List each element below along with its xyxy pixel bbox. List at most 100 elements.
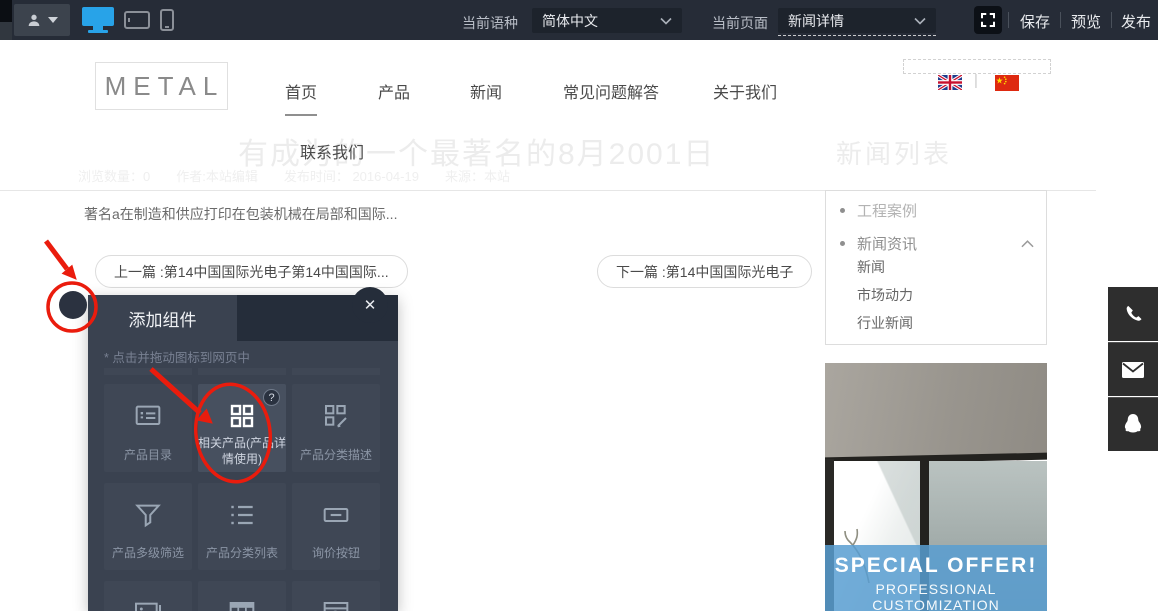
promo-subline: PROFESSIONAL CUSTOMIZATION bbox=[825, 581, 1047, 611]
site-logo[interactable]: METAL bbox=[95, 62, 228, 110]
next-article-link[interactable]: 下一篇 :第14中国国际光电子 bbox=[597, 255, 812, 288]
sidebar-item-news-info[interactable]: 新闻资讯 bbox=[840, 233, 1034, 254]
save-button[interactable]: 保存 bbox=[1020, 11, 1050, 32]
china-flag-icon[interactable] bbox=[995, 75, 1019, 96]
component-tile-product-catalog[interactable]: 产品目录 bbox=[104, 384, 192, 472]
component-tile-multilevel-filter[interactable]: 产品多级筛选 bbox=[104, 483, 192, 570]
browser-edge bbox=[0, 0, 12, 22]
tile-label: 产品分类描述 bbox=[292, 447, 380, 463]
component-tile-image[interactable] bbox=[104, 581, 192, 611]
component-tile-table[interactable] bbox=[198, 581, 286, 611]
sidebar-subitem-industry[interactable]: 行业新闻 bbox=[857, 313, 913, 333]
desktop-view-button[interactable] bbox=[82, 7, 114, 33]
builder-toolbar: 当前语种 简体中文 当前页面 新闻详情 保存 预览 发布 bbox=[0, 0, 1158, 40]
sidebar-subitem-market[interactable]: 市场动力 bbox=[857, 285, 913, 305]
component-tile-category-list[interactable]: 产品分类列表 bbox=[198, 483, 286, 570]
component-tile-category-description[interactable]: 产品分类描述 bbox=[292, 384, 380, 472]
publish-button[interactable]: 发布 bbox=[1121, 11, 1151, 32]
mobile-view-button[interactable] bbox=[160, 9, 174, 31]
table-icon bbox=[226, 597, 258, 611]
user-icon bbox=[26, 12, 42, 28]
help-icon[interactable]: ? bbox=[263, 389, 280, 406]
category-description-icon bbox=[320, 400, 352, 432]
sidebar-subitem-news[interactable]: 新闻 bbox=[857, 257, 885, 277]
uk-flag-icon[interactable] bbox=[938, 75, 962, 95]
language-value: 简体中文 bbox=[542, 11, 660, 31]
page-label: 当前页面 bbox=[712, 13, 768, 33]
component-tile-inquiry-button[interactable]: 询价按钮 bbox=[292, 483, 380, 570]
page-select[interactable]: 新闻详情 bbox=[778, 8, 936, 33]
toolbar-divider bbox=[1060, 12, 1061, 28]
promo-caption-band: SPECIAL OFFER! PROFESSIONAL CUSTOMIZATIO… bbox=[825, 545, 1047, 611]
promo-concrete-ceiling bbox=[825, 363, 1047, 459]
panel-hint: * 点击并拖动图标到网页中 bbox=[104, 347, 250, 366]
toolbar-divider bbox=[1008, 12, 1009, 28]
nav-faq[interactable]: 常见问题解答 bbox=[563, 79, 659, 103]
dashed-selection-icon bbox=[981, 13, 995, 27]
component-tile-related-products[interactable]: ? 相关产品(产品详情使用) bbox=[198, 384, 286, 472]
bullet-icon bbox=[840, 208, 845, 213]
add-component-panel: 添加组件 * 点击并拖动图标到网页中 产品目录 ? 相关产品(产品详情使用) bbox=[88, 295, 398, 611]
tile-label: 产品多级筛选 bbox=[104, 545, 192, 561]
page-value: 新闻详情 bbox=[788, 11, 914, 31]
bullet-icon bbox=[840, 241, 845, 246]
chevron-down-icon bbox=[48, 17, 58, 23]
nav-products[interactable]: 产品 bbox=[378, 79, 410, 103]
chevron-up-icon[interactable] bbox=[1021, 239, 1034, 248]
article-meta-faded: 浏览数量：0 作者:本站编辑 发布时间： 2016-04-19 来源：本站 bbox=[78, 166, 510, 185]
page-select-dashed-highlight bbox=[778, 35, 936, 36]
contact-qq-button[interactable] bbox=[1108, 397, 1158, 451]
promo-headline: SPECIAL OFFER! bbox=[825, 554, 1047, 578]
nav-home[interactable]: 首页 bbox=[285, 79, 317, 103]
tile-label: 询价按钮 bbox=[292, 545, 380, 561]
partial-tile bbox=[292, 368, 380, 375]
sidebar-item-cases[interactable]: 工程案例 bbox=[840, 200, 1034, 221]
sidebar-item-label: 新闻资讯 bbox=[857, 233, 1009, 254]
phone-icon bbox=[1122, 303, 1144, 325]
sidebar-item-label: 工程案例 bbox=[857, 200, 917, 221]
chevron-down-icon bbox=[914, 17, 926, 25]
prev-article-link[interactable]: 上一篇 :第14中国国际光电子第14中国国际... bbox=[95, 255, 408, 288]
preview-button[interactable]: 预览 bbox=[1071, 11, 1101, 32]
builder-canvas: 有成为的一个最著名的8月2001日 浏览数量：0 作者:本站编辑 发布时间： 2… bbox=[0, 0, 1158, 611]
tablet-view-button[interactable] bbox=[124, 11, 150, 29]
panel-tab-add-component[interactable]: 添加组件 bbox=[88, 295, 237, 341]
qq-penguin-icon bbox=[1121, 412, 1145, 438]
close-icon[interactable]: ✕ bbox=[352, 287, 388, 323]
category-list-icon bbox=[226, 499, 258, 531]
annotation-arrow-1 bbox=[46, 241, 67, 269]
chevron-down-icon bbox=[660, 17, 672, 25]
inquiry-button-icon bbox=[320, 499, 352, 531]
contact-phone-button[interactable] bbox=[1108, 287, 1158, 341]
partial-tile bbox=[198, 368, 286, 375]
nav-news[interactable]: 新闻 bbox=[470, 79, 502, 103]
nav-about[interactable]: 关于我们 bbox=[713, 79, 777, 103]
panel-drag-handle[interactable] bbox=[59, 291, 87, 319]
envelope-icon bbox=[1121, 361, 1145, 379]
flag-separator: | bbox=[974, 72, 978, 89]
nav-active-underline bbox=[285, 114, 317, 116]
image-icon bbox=[132, 597, 164, 611]
language-select[interactable]: 简体中文 bbox=[532, 8, 682, 33]
contact-email-button[interactable] bbox=[1108, 342, 1158, 396]
tile-label: 产品分类列表 bbox=[198, 545, 286, 561]
filter-icon bbox=[132, 499, 164, 531]
selection-grid-button[interactable] bbox=[974, 6, 1002, 34]
tile-label: 产品目录 bbox=[104, 447, 192, 463]
news-list-title-faded: 新闻列表 bbox=[836, 134, 952, 171]
nav-contact[interactable]: 联系我们 bbox=[300, 139, 364, 163]
news-category-box: 工程案例 新闻资讯 新闻 市场动力 行业新闻 bbox=[825, 190, 1047, 345]
browser-edge bbox=[0, 22, 12, 40]
language-label: 当前语种 bbox=[462, 13, 518, 33]
article-excerpt: 著名a在制造和供应打印在包装机械在局部和国际... bbox=[84, 204, 397, 224]
component-tile-search[interactable] bbox=[292, 581, 380, 611]
annotation-arrowhead-1 bbox=[63, 266, 77, 280]
search-window-icon bbox=[320, 597, 352, 611]
related-products-icon bbox=[226, 400, 258, 432]
toolbar-divider bbox=[1111, 12, 1112, 28]
product-catalog-icon bbox=[132, 400, 164, 432]
partial-tile bbox=[104, 368, 192, 375]
tile-label: 相关产品(产品详情使用) bbox=[198, 435, 286, 467]
promo-banner-image[interactable]: SPECIAL OFFER! PROFESSIONAL CUSTOMIZATIO… bbox=[825, 363, 1047, 611]
user-menu-button[interactable] bbox=[14, 4, 70, 36]
